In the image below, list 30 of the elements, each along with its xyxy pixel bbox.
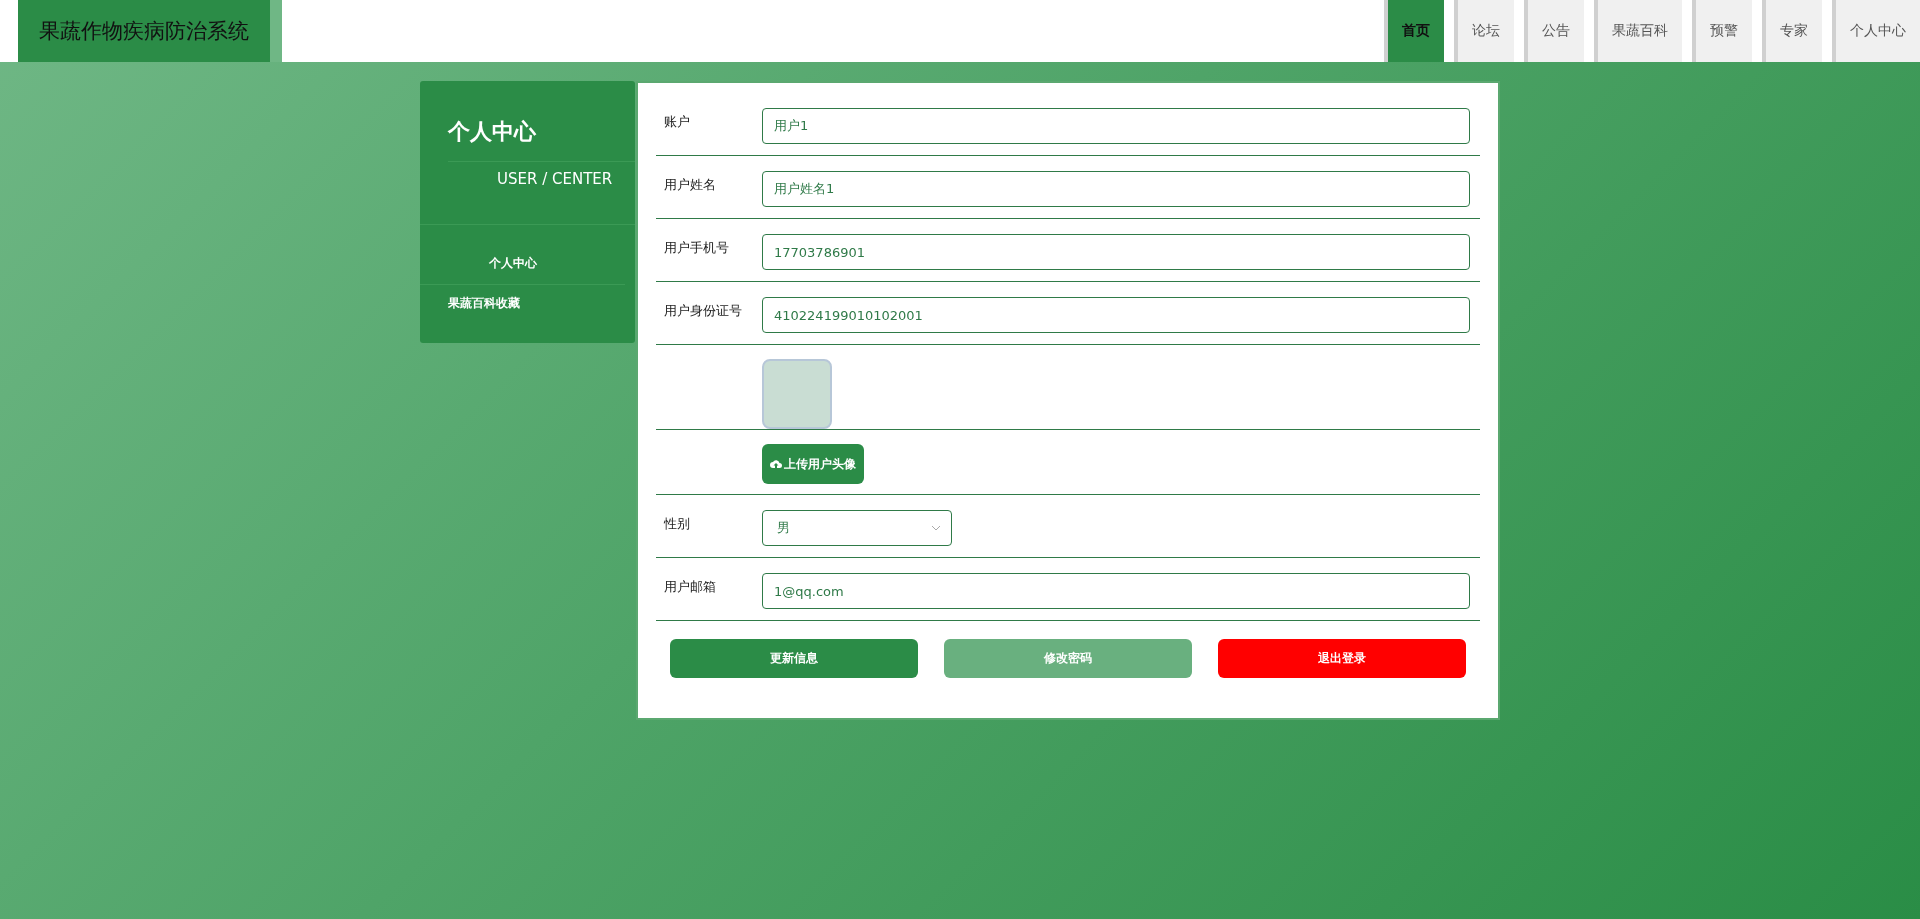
nav-tab[interactable]: 预警 bbox=[1692, 0, 1752, 62]
sidebar-item[interactable]: 果蔬百科收藏 bbox=[420, 285, 625, 312]
nav-tab[interactable]: 果蔬百科 bbox=[1594, 0, 1682, 62]
field-label: 性别 bbox=[663, 515, 691, 533]
nav-tab[interactable]: 公告 bbox=[1524, 0, 1584, 62]
text-field[interactable]: 1@qq.com bbox=[762, 573, 1470, 609]
sidebar-title: 个人中心 bbox=[446, 118, 537, 146]
field-label: 用户身份证号 bbox=[663, 302, 743, 320]
text-field[interactable]: 用户1 bbox=[762, 108, 1470, 144]
text-field[interactable]: 410224199010102001 bbox=[762, 297, 1470, 333]
sidebar-subtitle: USER / CENTER bbox=[496, 169, 614, 188]
field-label: 用户手机号 bbox=[663, 239, 730, 257]
gender-select[interactable]: 男 bbox=[762, 510, 952, 546]
text-field[interactable]: 17703786901 bbox=[762, 234, 1470, 270]
chevron-down-icon bbox=[931, 525, 941, 531]
nav-tab[interactable]: 首页 bbox=[1384, 0, 1444, 62]
field-label: 用户邮箱 bbox=[663, 578, 717, 596]
photo-placeholder bbox=[762, 359, 832, 429]
site-title: 果蔬作物疾病防治系统 bbox=[18, 0, 282, 62]
sidebar-item[interactable]: 个人中心 bbox=[420, 241, 625, 285]
upload-button[interactable]: 上传用户头像 bbox=[762, 444, 864, 484]
field-label: 账户 bbox=[663, 113, 691, 131]
nav-tab[interactable]: 个人中心 bbox=[1832, 0, 1920, 62]
nav-tab[interactable]: 论坛 bbox=[1454, 0, 1514, 62]
action-button[interactable]: 退出登录 bbox=[1218, 639, 1466, 678]
nav-tab[interactable]: 专家 bbox=[1762, 0, 1822, 62]
field-label: 用户姓名 bbox=[663, 176, 717, 194]
text-field[interactable]: 用户姓名1 bbox=[762, 171, 1470, 207]
cloud-upload-icon bbox=[770, 459, 782, 469]
action-button[interactable]: 更新信息 bbox=[670, 639, 918, 678]
